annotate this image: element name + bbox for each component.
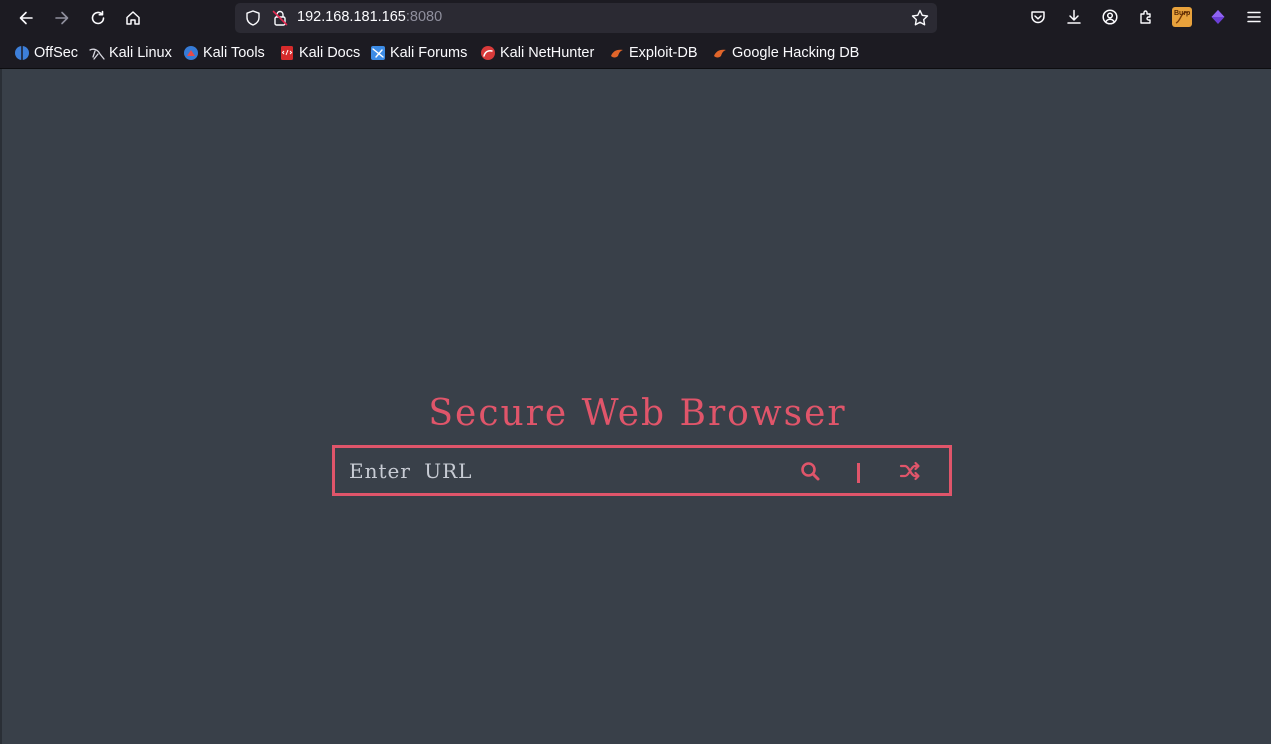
page-content: Secure Web Browser xyxy=(0,69,1271,744)
arrow-right-icon xyxy=(55,11,69,25)
bookmark-label: Kali Docs xyxy=(299,45,361,61)
google-hacking-db-icon xyxy=(714,49,726,58)
reload-icon xyxy=(91,10,105,25)
bookmark-label: Kali Linux xyxy=(109,45,172,61)
account-button[interactable] xyxy=(1099,6,1121,28)
home-button[interactable] xyxy=(119,4,147,32)
bookmark-offsec[interactable]: OffSec xyxy=(14,43,78,63)
bookmark-kali-linux[interactable]: Kali Linux xyxy=(89,43,172,63)
pocket-button[interactable] xyxy=(1027,6,1049,28)
kali-forums-icon xyxy=(371,46,385,60)
back-button[interactable] xyxy=(12,4,40,32)
browser-chrome: 192.168.181.165:8080 Burp OffSec Kali Li… xyxy=(0,0,1271,69)
search-icon xyxy=(801,462,820,481)
kali-linux-icon xyxy=(89,48,105,60)
reload-button[interactable] xyxy=(84,4,112,32)
bookmark-kali-docs[interactable]: Kali Docs xyxy=(279,43,360,63)
bookmark-label: Kali Tools xyxy=(203,45,265,61)
burp-badge-label: Burp xyxy=(1174,10,1190,17)
exploit-db-icon xyxy=(611,49,623,58)
violet-extension-button[interactable] xyxy=(1207,6,1229,28)
bookmark-kali-forums[interactable]: Kali Forums xyxy=(370,43,467,63)
burp-extension-button[interactable]: Burp xyxy=(1171,6,1193,28)
bookmark-exploit-db[interactable]: Exploit-DB xyxy=(609,43,698,63)
download-icon xyxy=(1067,9,1081,24)
downloads-button[interactable] xyxy=(1063,6,1085,28)
search-button[interactable] xyxy=(797,458,823,484)
menu-button[interactable] xyxy=(1243,6,1265,28)
bookmark-label: Exploit-DB xyxy=(629,45,698,61)
offsec-icon xyxy=(15,46,29,60)
extensions-button[interactable] xyxy=(1135,6,1157,28)
browser-toolbar: 192.168.181.165:8080 Burp xyxy=(0,0,1271,36)
bookmark-label: OffSec xyxy=(34,45,79,61)
url-port: :8080 xyxy=(405,9,443,25)
shield-icon[interactable] xyxy=(244,9,262,27)
search-form xyxy=(332,445,952,496)
insecure-lock-icon[interactable] xyxy=(271,9,289,27)
hamburger-menu-icon xyxy=(1247,11,1261,23)
address-bar[interactable]: 192.168.181.165:8080 xyxy=(235,3,937,33)
bookmarks-toolbar: OffSec Kali Linux Kali Tools Kali Docs K… xyxy=(0,38,1271,68)
burp-icon: Burp xyxy=(1172,7,1192,27)
url-text[interactable]: 192.168.181.165:8080 xyxy=(297,9,442,25)
bookmark-star-icon[interactable] xyxy=(910,8,930,28)
bookmark-label: Kali NetHunter xyxy=(500,45,595,61)
bookmark-google-hacking-db[interactable]: Google Hacking DB xyxy=(712,43,859,63)
bookmark-kali-tools[interactable]: Kali Tools xyxy=(183,43,265,63)
url-input[interactable] xyxy=(347,454,777,487)
page-title: Secure Web Browser xyxy=(428,393,847,434)
button-divider xyxy=(857,463,860,483)
bookmark-kali-nethunter[interactable]: Kali NetHunter xyxy=(480,43,594,63)
forward-button[interactable] xyxy=(48,4,76,32)
home-icon xyxy=(126,11,140,25)
random-url-button[interactable] xyxy=(897,458,923,484)
pocket-icon xyxy=(1031,11,1045,24)
kali-tools-icon xyxy=(184,46,198,60)
account-icon xyxy=(1102,9,1118,25)
bookmark-label: Kali Forums xyxy=(390,45,468,61)
puzzle-icon xyxy=(1140,10,1151,24)
kali-docs-icon xyxy=(281,46,293,60)
url-host: 192.168.181.165 xyxy=(297,9,406,25)
kali-nethunter-icon xyxy=(481,46,495,60)
bookmark-label: Google Hacking DB xyxy=(732,45,860,61)
arrow-left-icon xyxy=(19,11,33,25)
shuffle-icon xyxy=(899,461,920,481)
diamond-extension-icon xyxy=(1211,10,1225,24)
